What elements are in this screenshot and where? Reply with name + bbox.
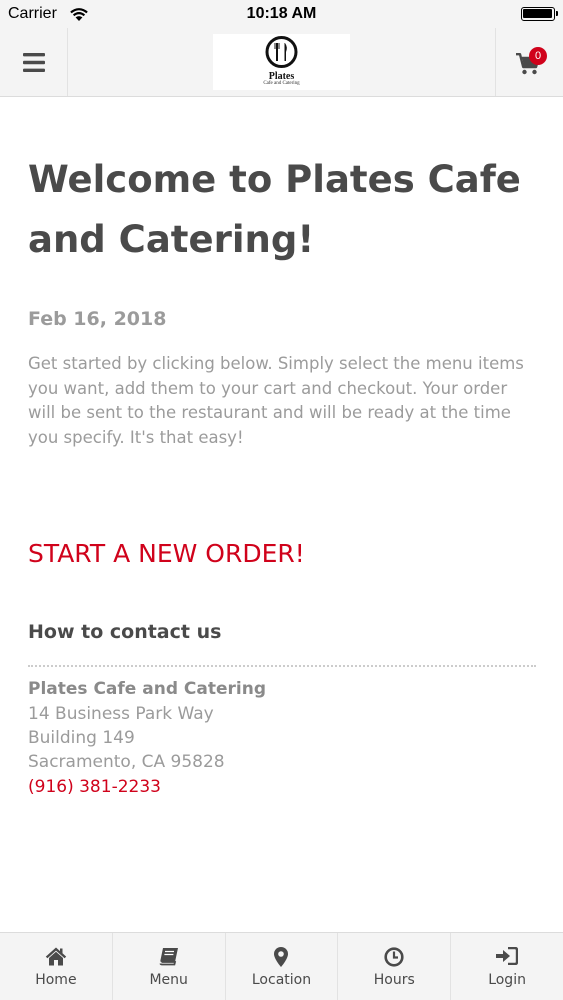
tab-home[interactable]: Home <box>0 933 113 1000</box>
clock-time: 10:18 AM <box>246 5 317 22</box>
intro-text: Get started by clicking below. Simply se… <box>28 354 524 447</box>
address-line-3: Sacramento, CA 95828 <box>28 752 225 772</box>
app-header: Plates Cafe and Catering 0 <box>0 28 563 97</box>
cart-button[interactable]: 0 <box>495 28 563 96</box>
tab-menu[interactable]: Menu <box>113 933 226 1000</box>
tab-location[interactable]: Location <box>226 933 339 1000</box>
tab-home-label: Home <box>35 972 77 988</box>
bottom-tab-bar: Home Menu Location Hours Login <box>0 932 563 1000</box>
logo-subtitle: Cafe and Catering <box>263 81 300 86</box>
plate-utensils-icon <box>265 36 298 68</box>
status-bar: Carrier 10:18 AM <box>0 0 563 28</box>
book-icon <box>159 948 178 966</box>
address-line-1: 14 Business Park Way <box>28 704 214 724</box>
contact-divider <box>28 665 536 667</box>
tab-menu-label: Menu <box>149 972 188 988</box>
post-date: Feb 16, 2018 <box>28 308 167 330</box>
battery-fill <box>523 9 552 18</box>
address-line-2: Building 149 <box>28 728 135 748</box>
tab-hours[interactable]: Hours <box>338 933 452 1000</box>
battery-icon <box>521 7 558 21</box>
tab-hours-label: Hours <box>373 972 415 988</box>
sign-in-icon <box>496 947 519 965</box>
tab-location-label: Location <box>251 972 312 988</box>
cart-count-badge: 0 <box>529 47 547 65</box>
page-title: Welcome to Plates Cafe and Catering! <box>28 158 521 261</box>
map-pin-icon <box>274 947 289 967</box>
hamburger-menu-icon <box>22 52 45 72</box>
tab-login[interactable]: Login <box>451 933 563 1000</box>
clock-icon <box>384 947 404 967</box>
tab-login-label: Login <box>488 972 526 988</box>
start-new-order-link[interactable]: START A NEW ORDER! <box>28 539 305 568</box>
restaurant-logo: Plates Cafe and Catering <box>213 34 350 90</box>
phone-link[interactable]: (916) 381-2233 <box>28 777 161 797</box>
menu-button[interactable] <box>0 28 68 96</box>
restaurant-name: Plates Cafe and Catering <box>28 679 266 699</box>
contact-heading: How to contact us <box>28 621 222 643</box>
home-icon <box>45 947 67 966</box>
